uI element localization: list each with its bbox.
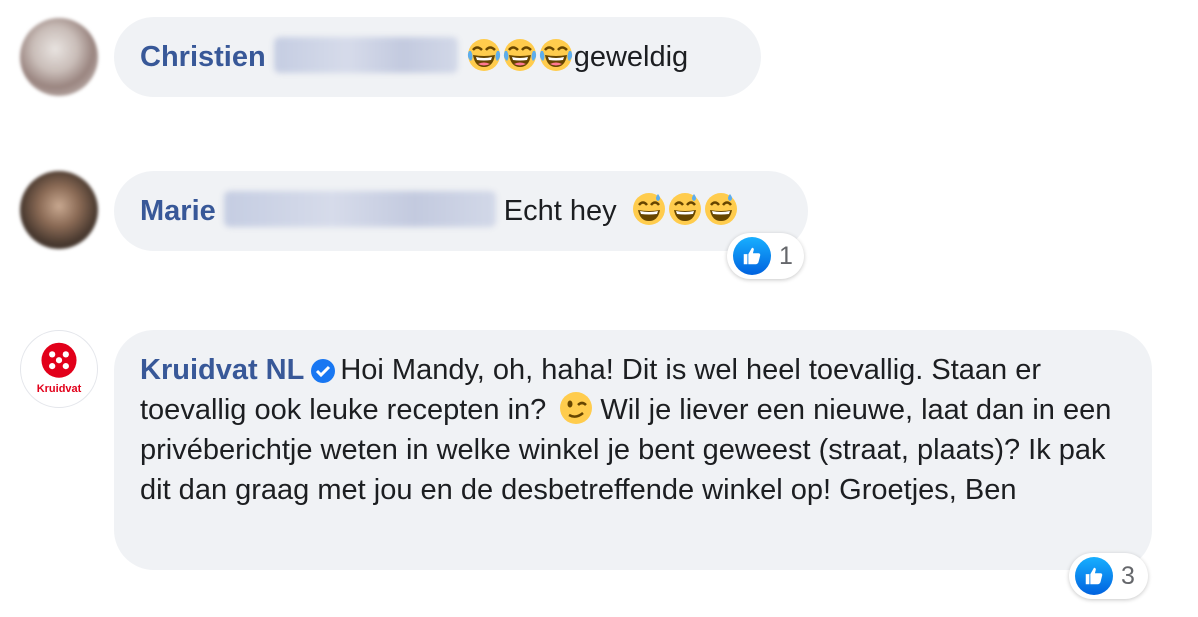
kruidvat-logo-avatar[interactable]: Kruidvat	[20, 330, 98, 408]
reaction-count-badge[interactable]: 1	[727, 233, 804, 279]
reaction-count: 3	[1121, 561, 1135, 590]
author-name-link[interactable]: Kruidvat NL	[140, 354, 304, 386]
laughing-tears-emoji-icon	[502, 37, 538, 73]
grinning-sweat-emoji-icon	[667, 191, 703, 227]
winking-face-emoji-icon	[558, 390, 594, 426]
author-name-link[interactable]: Christien	[140, 41, 266, 73]
reaction-count-badge[interactable]: 3	[1069, 553, 1148, 599]
reaction-count: 1	[779, 241, 793, 270]
comment-bubble: Marie Echt hey	[114, 171, 808, 251]
laughing-tears-emoji-icon	[466, 37, 502, 73]
grinning-sweat-emoji-icon	[703, 191, 739, 227]
like-icon	[1075, 557, 1113, 595]
kruidvat-logo-text: Kruidvat	[36, 383, 82, 395]
author-name-link[interactable]: Marie	[140, 195, 216, 227]
avatar[interactable]	[20, 171, 98, 249]
laughing-tears-emoji-icon	[538, 37, 574, 73]
kruidvat-logo-icon	[41, 342, 77, 378]
verified-badge-icon	[310, 355, 336, 384]
blurred-surname	[223, 191, 496, 228]
like-icon	[733, 237, 771, 275]
comment-bubble: Kruidvat NL Hoi Mandy, oh, haha! Dit is w…	[114, 330, 1152, 570]
avatar[interactable]	[20, 18, 98, 96]
comment-bubble: Christien geweldig	[114, 17, 761, 97]
comment-text: geweldig	[573, 41, 689, 73]
blurred-surname	[273, 37, 458, 74]
grinning-sweat-emoji-icon	[631, 191, 667, 227]
comment-text: Echt hey	[503, 195, 617, 227]
